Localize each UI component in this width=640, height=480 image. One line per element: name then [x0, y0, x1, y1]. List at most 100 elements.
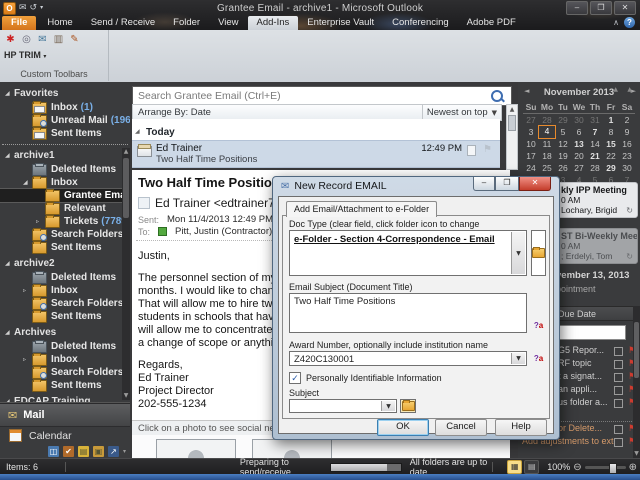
flag-icon[interactable]: ⚑: [483, 144, 492, 155]
calendar-day[interactable]: 17: [523, 150, 539, 162]
dialog-close-button[interactable]: ✕: [519, 177, 551, 191]
expand-icon[interactable]: ▹: [36, 215, 45, 228]
nav-calendar-button[interactable]: Calendar: [0, 427, 130, 444]
tab-home[interactable]: Home: [38, 16, 81, 30]
nav-group-archive2[interactable]: ◢archive2: [0, 256, 130, 271]
expand-icon[interactable]: ▹: [23, 284, 32, 297]
calendar-day[interactable]: 29: [555, 114, 571, 126]
calendar-day[interactable]: 12: [555, 138, 571, 150]
task-checkbox[interactable]: [614, 438, 623, 447]
scrollbar-thumb[interactable]: [634, 322, 639, 378]
tab-add-ins[interactable]: Add-Ins: [248, 16, 299, 30]
sort-caret-icon[interactable]: ▼: [492, 109, 501, 117]
nav-options-icon[interactable]: ▾: [123, 448, 126, 455]
scroll-up-icon[interactable]: ▲: [507, 105, 517, 114]
calendar-day[interactable]: 28: [539, 114, 555, 126]
folder-item-sent-items[interactable]: Sent Items: [0, 241, 130, 254]
folder-item-deleted-items[interactable]: Deleted Items: [0, 271, 130, 284]
folder-item-deleted-items[interactable]: Deleted Items: [0, 340, 130, 353]
category-box-icon[interactable]: [467, 145, 476, 156]
award-kwikselect-button[interactable]: ?a: [531, 351, 546, 366]
expand-icon[interactable]: ▹: [23, 353, 32, 366]
calendar-day[interactable]: 25: [539, 162, 555, 174]
calendar-day[interactable]: 10: [523, 138, 539, 150]
trim-print-icon[interactable]: ▥: [52, 33, 65, 46]
email-subject-textarea[interactable]: Two Half Time Positions: [289, 293, 527, 333]
group-collapse-icon[interactable]: ◢: [135, 128, 140, 135]
trim-edit-icon[interactable]: ✎: [68, 33, 81, 46]
task-checkbox[interactable]: [614, 373, 623, 382]
contacts-icon[interactable]: ◫: [48, 446, 59, 457]
dropdown-icon[interactable]: ▼: [381, 401, 395, 411]
folder-item-inbox[interactable]: Inbox(1): [0, 101, 130, 114]
expand-icon[interactable]: ◢: [5, 325, 14, 340]
zoom-out-icon[interactable]: ⊖: [573, 462, 581, 473]
expand-icon[interactable]: ◢: [23, 176, 32, 189]
calendar-day[interactable]: 5: [555, 126, 571, 138]
sort-asc-icon[interactable]: ▲: [627, 86, 632, 93]
zoom-slider-thumb[interactable]: [609, 463, 617, 474]
task-checkbox[interactable]: [614, 425, 623, 434]
trim-mail-icon[interactable]: ✉: [36, 33, 49, 46]
folder-item-grantee-email[interactable]: Grantee Email: [0, 189, 130, 202]
task-checkbox[interactable]: [614, 360, 623, 369]
minimize-ribbon-icon[interactable]: ∧: [613, 18, 619, 27]
subject-kwikselect-button[interactable]: ?a: [531, 319, 546, 333]
search-input[interactable]: Search Grantee Email (Ctrl+E): [133, 90, 491, 102]
tab-file[interactable]: File: [2, 16, 36, 30]
task-checkbox[interactable]: [614, 347, 623, 356]
contact-photo[interactable]: [252, 439, 332, 458]
scroll-down-icon[interactable]: ▼: [633, 450, 640, 458]
folder-item-inbox[interactable]: ▹Inbox: [0, 284, 130, 297]
nav-group-archive1[interactable]: ◢archive1: [0, 148, 130, 163]
calendar-day[interactable]: 30: [619, 162, 635, 174]
close-button[interactable]: ✕: [614, 1, 636, 15]
expand-icon[interactable]: ◢: [5, 256, 14, 271]
arrange-by-button[interactable]: Arrange By: Date: [133, 107, 422, 118]
tasks-icon[interactable]: ✔: [63, 446, 74, 457]
tab-conferencing[interactable]: Conferencing: [383, 16, 458, 30]
search-icon[interactable]: [491, 90, 503, 102]
calendar-day[interactable]: 21: [587, 150, 603, 162]
folder-item-sent-items[interactable]: Sent Items: [0, 310, 130, 323]
shortcuts-icon[interactable]: ↗: [108, 446, 119, 457]
subject-combobox[interactable]: ▼: [289, 399, 397, 413]
task-list-scrollbar[interactable]: ▼: [633, 306, 640, 458]
calendar-day[interactable]: 3: [523, 126, 539, 138]
calendar-day[interactable]: 1: [603, 114, 619, 126]
contact-photo[interactable]: [156, 439, 236, 458]
scroll-down-icon[interactable]: ▼: [122, 392, 130, 400]
calendar-day[interactable]: 18: [539, 150, 555, 162]
tab-folder[interactable]: Folder: [164, 16, 209, 30]
calendar-day[interactable]: 31: [587, 114, 603, 126]
calendar-day[interactable]: 9: [619, 126, 635, 138]
dropdown-icon[interactable]: ▼: [511, 232, 525, 274]
calendar-day[interactable]: 19: [555, 150, 571, 162]
task-checkbox[interactable]: [614, 399, 623, 408]
folder-item-search-folders[interactable]: Search Folders: [0, 228, 130, 241]
task-checkbox[interactable]: [614, 386, 623, 395]
calendar-day[interactable]: 23: [619, 150, 635, 162]
nav-mail-button[interactable]: ✉ Mail: [0, 404, 130, 427]
zoom-slider[interactable]: [585, 466, 626, 469]
calendar-day[interactable]: 15: [603, 138, 619, 150]
folder-item-search-folders[interactable]: Search Folders: [0, 366, 130, 379]
folder-item-sent-items[interactable]: Sent Items: [0, 379, 130, 392]
reading-view-button[interactable]: ▤: [524, 460, 539, 474]
dialog-tab[interactable]: Add Email/Attachment to e-Folder: [286, 201, 437, 217]
dialog-title-bar[interactable]: ✉ New Record EMAIL: [281, 180, 387, 192]
tab-view[interactable]: View: [209, 16, 247, 30]
award-number-combobox[interactable]: Z420C130001 ▼: [289, 351, 527, 366]
cancel-button[interactable]: Cancel: [435, 419, 487, 436]
sort-asc-icon[interactable]: ▲: [613, 86, 618, 93]
calendar-day[interactable]: 2: [619, 114, 635, 126]
calendar-day[interactable]: 28: [587, 162, 603, 174]
calendar-day[interactable]: 6: [571, 126, 587, 138]
folder-item-inbox[interactable]: ▹Inbox: [0, 353, 130, 366]
dialog-minimize-button[interactable]: –: [473, 177, 495, 191]
message-list-scrollbar[interactable]: ▲: [506, 104, 518, 170]
folder-list-icon[interactable]: ▣: [93, 446, 104, 457]
calendar-day[interactable]: 8: [603, 126, 619, 138]
folder-item-deleted-items[interactable]: Deleted Items: [0, 163, 130, 176]
calendar-day[interactable]: 20: [571, 150, 587, 162]
